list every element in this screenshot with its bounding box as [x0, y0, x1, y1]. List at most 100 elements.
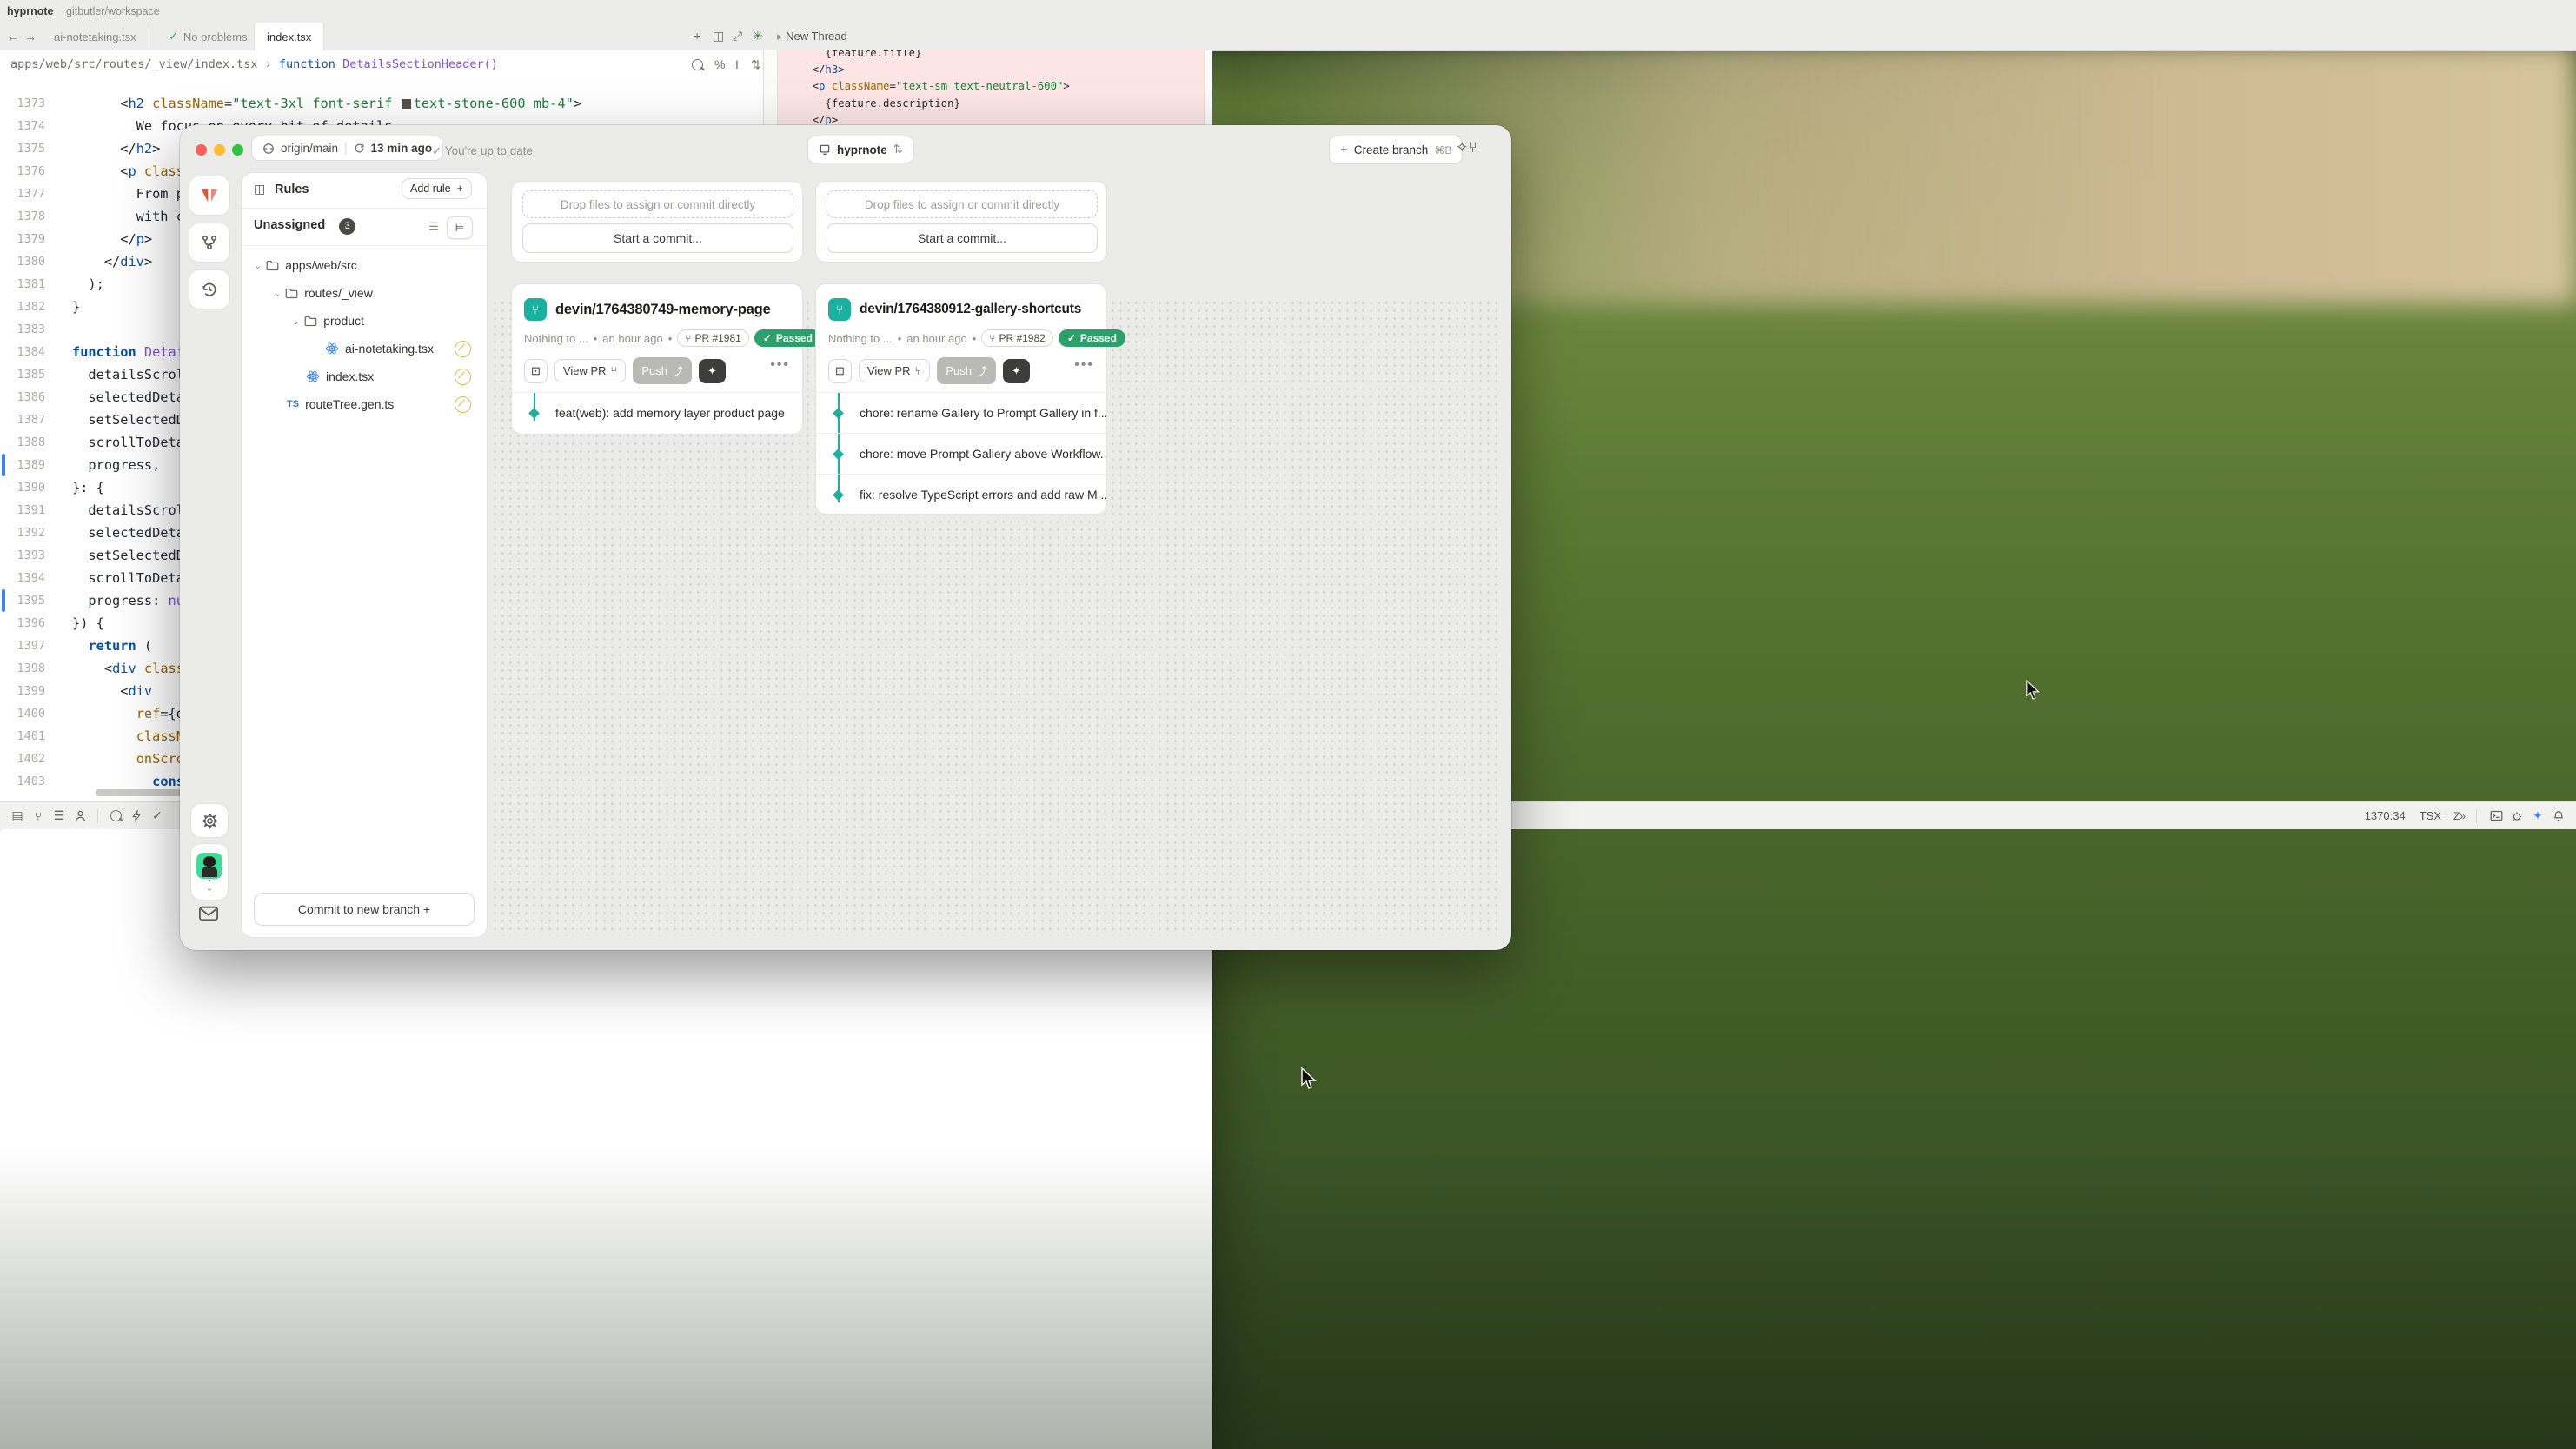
- commit-row[interactable]: chore: rename Gallery to Prompt Gallery …: [816, 392, 1106, 433]
- commit-row[interactable]: feat(web): add memory layer product page: [512, 392, 802, 433]
- lane-dropzone-card: Drop files to assign or commit directly …: [511, 181, 803, 263]
- branch-time: an hour ago: [906, 332, 966, 345]
- chevron-updown-icon[interactable]: ⌃⌄: [206, 881, 213, 892]
- tree-item-apps-web-src[interactable]: ⌄apps/web/src: [249, 251, 478, 279]
- start-commit-button[interactable]: Start a commit...: [522, 223, 793, 253]
- chevron-down-icon[interactable]: ⌄: [273, 288, 281, 299]
- unassigned-header: Unassigned 3 ☰ ⊨: [242, 209, 487, 246]
- commit-dot-icon: [528, 408, 540, 419]
- branch-time: an hour ago: [602, 332, 662, 345]
- commit-row[interactable]: fix: resolve TypeScript errors and add r…: [816, 474, 1106, 515]
- drop-files-zone[interactable]: Drop files to assign or commit directly: [522, 190, 793, 218]
- rules-title: Rules: [275, 183, 309, 196]
- mouse-cursor: [1300, 1067, 1321, 1090]
- folder-icon: [285, 288, 298, 299]
- tree-item-index-tsx[interactable]: index.tsx: [249, 362, 478, 390]
- minimize-window-button[interactable]: [214, 144, 225, 156]
- desktop: Search Fastrepl ⋮ ut s 6:02 PM e have an…: [0, 0, 2576, 1449]
- commit-dot-icon: [833, 489, 844, 501]
- commit-dot-icon: [833, 408, 844, 419]
- unassigned-title: Unassigned: [254, 218, 325, 232]
- branch-meta-row: Nothing to ...• an hour ago• ⑂ PR #1982 …: [828, 329, 1125, 347]
- project-switcher[interactable]: hyprnote⇅: [807, 136, 914, 163]
- feedback-mail-icon[interactable]: [199, 906, 218, 926]
- ai-actions-button[interactable]: ✦: [699, 359, 726, 383]
- chevron-down-icon[interactable]: ⌄: [254, 260, 262, 271]
- create-branch-button[interactable]: + Create branch ⌘B: [1329, 136, 1463, 164]
- gitbutler-logo[interactable]: [189, 176, 230, 216]
- window-controls[interactable]: [196, 144, 250, 160]
- tree-item-product[interactable]: ⌄product: [249, 307, 478, 335]
- push-button[interactable]: Push ⤴: [937, 357, 996, 384]
- unassigned-status-icon[interactable]: [455, 369, 471, 385]
- up-to-date-status: ✓ You're up to date: [432, 144, 533, 158]
- commit-row[interactable]: chore: move Prompt Gallery above Workflo…: [816, 433, 1106, 474]
- branch-more-button[interactable]: •••: [770, 357, 790, 373]
- pr-badge[interactable]: ⑂ PR #1982: [981, 329, 1053, 347]
- branch-more-button[interactable]: •••: [1074, 357, 1094, 373]
- nothing-to-commit: Nothing to ...: [828, 332, 893, 345]
- view-pr-button[interactable]: View PR ⑂: [859, 359, 930, 382]
- commit-list: chore: rename Gallery to Prompt Gallery …: [816, 392, 1106, 515]
- folder-icon: [266, 260, 279, 271]
- push-button[interactable]: Push ⤴: [633, 357, 692, 384]
- branch-name[interactable]: devin/1764380912-gallery-shortcuts: [860, 302, 1081, 317]
- branch-sync-pill[interactable]: origin/main | 13 min ago: [251, 136, 443, 161]
- sidebar-panel: ◫ Rules Add rule + Unassigned 3 ☰ ⊨ ⌄app…: [241, 172, 488, 938]
- tree-item-routetree-gen-ts[interactable]: TSrouteTree.gen.ts: [249, 390, 478, 418]
- user-avatar[interactable]: ⌃⌄: [190, 843, 229, 901]
- project-panel-icon[interactable]: ▤: [7, 822, 28, 823]
- wallpaper-foreground: [0, 1147, 2576, 1449]
- project-icon: [819, 143, 831, 156]
- commit-list: feat(web): add memory layer product page: [512, 392, 802, 433]
- unassigned-status-icon[interactable]: [455, 341, 471, 357]
- start-commit-button[interactable]: Start a commit...: [827, 223, 1098, 253]
- target-branch-icon: [262, 143, 275, 155]
- open-preview-button[interactable]: ⊡: [524, 359, 548, 383]
- tree-view-toggle[interactable]: ⊨: [447, 216, 473, 239]
- branch-icon: ⑂: [828, 298, 851, 321]
- ai-actions-button[interactable]: ✦: [1003, 359, 1030, 383]
- settings-gear-icon[interactable]: [190, 803, 229, 838]
- react-icon: [325, 342, 339, 356]
- commit-dot-icon: [833, 449, 844, 460]
- branch-meta-row: Nothing to ...• an hour ago• ⑂ PR #1981 …: [524, 329, 821, 347]
- branch-card[interactable]: ⑂ devin/1764380749-memory-page Nothing t…: [511, 283, 803, 435]
- open-preview-button[interactable]: ⊡: [828, 359, 852, 383]
- react-icon: [306, 369, 320, 383]
- mouse-cursor-secondary: [2025, 680, 2044, 701]
- drop-files-zone[interactable]: Drop files to assign or commit directly: [827, 190, 1098, 218]
- refresh-icon: [354, 143, 365, 154]
- branches-nav-icon[interactable]: [189, 223, 230, 263]
- close-window-button[interactable]: [196, 144, 207, 156]
- tree-item-routes-view[interactable]: ⌄routes/_view: [249, 279, 478, 307]
- pr-badge[interactable]: ⑂ PR #1981: [677, 329, 749, 347]
- unassigned-count-badge: 3: [339, 218, 355, 235]
- branch-name[interactable]: devin/1764380749-memory-page: [555, 302, 771, 318]
- zoom-window-button[interactable]: [232, 144, 243, 156]
- ci-status-badge[interactable]: ✓ Passed: [1059, 329, 1125, 347]
- branch-actions-row: ⊡ View PR ⑂ Push ⤴ ✦: [828, 357, 1030, 384]
- chevron-down-icon[interactable]: ⌄: [292, 316, 300, 327]
- folder-icon: [304, 316, 317, 327]
- outline-panel-icon[interactable]: ☰: [49, 822, 70, 823]
- add-rule-button[interactable]: Add rule +: [402, 178, 472, 199]
- ci-status-badge[interactable]: ✓ Passed: [754, 329, 821, 347]
- diagnostics-check-icon[interactable]: ✓: [147, 822, 168, 823]
- branch-icon: ⑂: [524, 298, 547, 321]
- file-tree: ⌄apps/web/src⌄routes/_view⌄productai-not…: [249, 251, 478, 418]
- ts-icon: TS: [287, 399, 299, 409]
- rules-header: ◫ Rules Add rule +: [242, 173, 487, 209]
- nothing-to-commit: Nothing to ...: [524, 332, 588, 345]
- commit-to-new-branch-button[interactable]: Commit to new branch +: [254, 893, 475, 926]
- gitbutler-window: origin/main | 13 min ago ✓ You're up to …: [180, 125, 1511, 950]
- view-pr-button[interactable]: View PR ⑂: [554, 359, 626, 382]
- rules-icon: ◫: [254, 182, 265, 196]
- git-panel-icon[interactable]: ⑂: [28, 822, 49, 823]
- tree-item-ai-notetaking-tsx[interactable]: ai-notetaking.tsx: [249, 335, 478, 362]
- list-view-toggle[interactable]: ☰: [422, 216, 445, 237]
- history-nav-icon[interactable]: [189, 269, 230, 309]
- branch-card[interactable]: ⑂ devin/1764380912-gallery-shortcuts Not…: [815, 283, 1107, 515]
- ai-branch-icon[interactable]: ✧⑂: [1456, 139, 1477, 156]
- unassigned-status-icon[interactable]: [455, 396, 471, 413]
